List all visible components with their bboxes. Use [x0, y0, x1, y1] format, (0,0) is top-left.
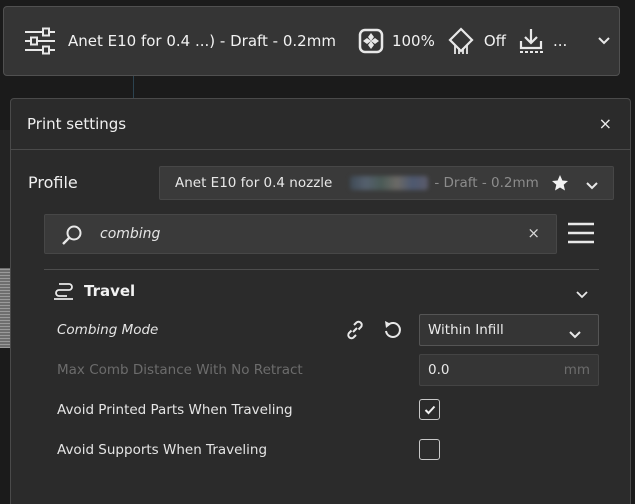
- chevron-down-icon[interactable]: [597, 36, 611, 46]
- chevron-down-icon: [568, 325, 582, 344]
- reset-icon[interactable]: [382, 319, 404, 345]
- profile-row: Profile Anet E10 for 0.4 nozzle - Draft …: [11, 166, 630, 200]
- hamburger-menu-icon[interactable]: [568, 220, 594, 250]
- adhesion-icon: [518, 27, 544, 55]
- setting-label: Combing Mode: [57, 322, 159, 338]
- search-box: ×: [44, 214, 557, 254]
- avoid-supports-checkbox[interactable]: [419, 439, 440, 460]
- settings-area: × Travel Combing Mode: [44, 214, 599, 460]
- search-input[interactable]: [100, 223, 500, 245]
- setting-avoid-supports: Avoid Supports When Traveling: [44, 434, 599, 466]
- chevron-down-icon[interactable]: [585, 176, 599, 195]
- setting-avoid-printed-parts: Avoid Printed Parts When Traveling: [44, 394, 599, 426]
- infill-icon: [358, 28, 384, 54]
- redacted-region: [350, 176, 429, 190]
- settings-sliders-icon: [24, 27, 56, 55]
- dropdown-value: Within Infill: [428, 322, 504, 338]
- combing-mode-dropdown[interactable]: Within Infill: [419, 314, 599, 346]
- travel-icon: [53, 281, 75, 305]
- field-value: 0.0: [428, 362, 450, 378]
- setting-combing-mode: Combing Mode Within Infill: [44, 314, 599, 346]
- panel-title: Print settings: [27, 115, 127, 133]
- profile-name: Anet E10 for 0.4 nozzle: [175, 175, 333, 191]
- category-title: Travel: [84, 282, 136, 300]
- scene-build-line: [133, 76, 134, 98]
- setting-label: Max Comb Distance With No Retract: [57, 362, 303, 378]
- max-comb-distance-field[interactable]: 0.0 mm: [419, 354, 599, 386]
- infill-value: 100%: [391, 32, 435, 50]
- chevron-down-icon[interactable]: [575, 285, 589, 304]
- print-settings-panel: Print settings × Profile Anet E10 for 0.…: [10, 98, 631, 504]
- field-unit: mm: [563, 362, 590, 378]
- panel-header: Print settings ×: [11, 99, 630, 150]
- support-value: Off: [483, 32, 506, 50]
- category-travel[interactable]: Travel: [44, 276, 599, 308]
- setting-max-comb-distance: Max Comb Distance With No Retract 0.0 mm: [44, 354, 599, 386]
- printer-profile-label: Anet E10 for 0.4 ...) - Draft - 0.2mm: [68, 32, 336, 50]
- check-icon: [424, 405, 435, 414]
- setting-label: Avoid Printed Parts When Traveling: [57, 402, 293, 418]
- support-icon: [447, 27, 475, 55]
- profile-selector[interactable]: Anet E10 for 0.4 nozzle - Draft - 0.2mm: [159, 166, 614, 200]
- close-icon[interactable]: ×: [599, 114, 612, 133]
- setting-label: Avoid Supports When Traveling: [57, 442, 268, 458]
- adhesion-value: ...: [552, 32, 568, 50]
- profile-quality: - Draft - 0.2mm: [434, 175, 539, 191]
- clear-search-icon[interactable]: ×: [527, 224, 540, 242]
- divider: [44, 269, 599, 270]
- profile-label: Profile: [28, 173, 78, 192]
- star-icon[interactable]: [551, 174, 569, 196]
- link-icon[interactable]: [344, 319, 366, 345]
- search-icon: [61, 224, 83, 250]
- print-setup-bar[interactable]: Anet E10 for 0.4 ...) - Draft - 0.2mm 10…: [3, 6, 620, 76]
- avoid-printed-parts-checkbox[interactable]: [419, 399, 440, 420]
